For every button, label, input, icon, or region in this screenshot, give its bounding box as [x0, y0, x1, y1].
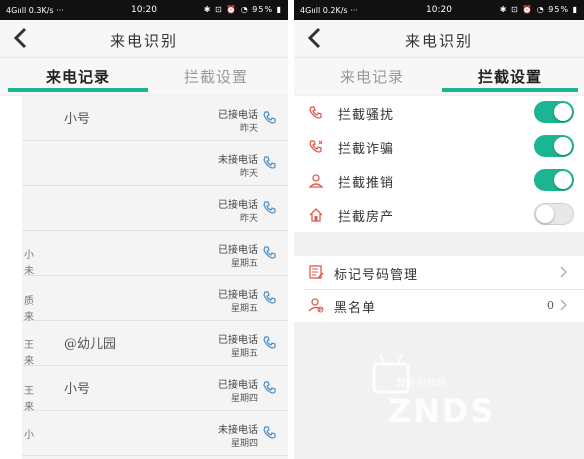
- call-day: 星期四: [230, 439, 258, 449]
- real-estate-toggle[interactable]: [534, 203, 574, 225]
- caller-name: @幼儿园: [64, 337, 117, 352]
- marked-numbers-item[interactable]: 标记号码管理: [294, 256, 584, 290]
- tab-bar: 来电记录 拦截设置: [294, 58, 584, 94]
- call-status: 已接电话: [218, 200, 258, 211]
- phone-icon[interactable]: [262, 200, 278, 216]
- call-day: 星期四: [230, 394, 258, 404]
- caller-name: 小号: [64, 382, 91, 397]
- call-row[interactable]: 小号 已接电话 星期四: [0, 366, 288, 411]
- active-tab-indicator: [8, 88, 148, 92]
- tab-bar: 来电记录 拦截设置: [0, 58, 288, 94]
- call-row[interactable]: 已接电话 星期五: [0, 231, 288, 276]
- fraud-toggle[interactable]: [534, 135, 574, 157]
- house-icon: [309, 208, 323, 222]
- caller-name: 小号: [64, 112, 91, 127]
- phone-icon[interactable]: [262, 425, 278, 441]
- phone-warning-icon: [309, 140, 323, 153]
- obscured-name-column: 小 未 质 来 王 来 王 来 小: [24, 250, 34, 441]
- setting-label: 拦截诈骗: [338, 142, 395, 157]
- call-row[interactable]: @幼儿园 已接电话 星期五: [0, 321, 288, 366]
- page-title: 来电识别: [404, 32, 473, 50]
- call-day: 星期五: [230, 304, 258, 314]
- setting-label: 拦截房产: [338, 210, 395, 225]
- blacklist-count: 0: [547, 299, 554, 312]
- tab-block-settings[interactable]: 拦截设置: [148, 58, 284, 94]
- battery-level: 95%: [252, 5, 274, 14]
- item-label: 黑名单: [334, 301, 377, 316]
- phone-icon[interactable]: [262, 245, 278, 261]
- phone-icon[interactable]: [262, 335, 278, 351]
- blacklist-item[interactable]: 黑名单 0: [294, 289, 584, 322]
- tab-call-log[interactable]: 来电记录: [302, 58, 442, 94]
- call-status: 已接电话: [218, 380, 258, 391]
- page-title: 来电识别: [109, 32, 178, 50]
- call-row[interactable]: 已接电话 昨天: [0, 186, 288, 231]
- status-bar: 4Gııll 0.3K/s ··· 10:20 ✱ ⊡ ⏰ ◔ 95% ▮: [0, 0, 288, 20]
- setting-label: 拦截推销: [338, 176, 395, 191]
- status-bar: 4Gııll 0.2K/s ··· 10:20 ✱ ⊡ ⏰ ◔ 95% ▮: [294, 0, 584, 20]
- phone-icon[interactable]: [262, 110, 278, 126]
- blacklist-user-icon: [308, 298, 324, 313]
- sales-toggle[interactable]: [534, 169, 574, 191]
- title-bar: 来电识别: [0, 20, 288, 58]
- call-list: 小号 已接电话 昨天 未接电话 昨天 已接电话 昨天 已接电话 星期五 已接电话…: [0, 96, 288, 459]
- phone-icon: [309, 106, 322, 119]
- call-log-screen: 4Gııll 0.3K/s ··· 10:20 ✱ ⊡ ⏰ ◔ 95% ▮ 来电…: [0, 0, 288, 459]
- call-status: 未接电话: [218, 425, 258, 436]
- setting-block-sales[interactable]: 拦截推销: [294, 164, 584, 198]
- item-label: 标记号码管理: [334, 268, 419, 283]
- harassment-toggle[interactable]: [534, 101, 574, 123]
- call-status: 已接电话: [218, 290, 258, 301]
- tab-call-log[interactable]: 来电记录: [8, 58, 148, 94]
- phone-icon[interactable]: [262, 290, 278, 306]
- call-day: 星期五: [230, 259, 258, 269]
- block-settings-list: 拦截骚扰 拦截诈骗 拦截推销 拦截房产: [294, 96, 584, 232]
- setting-block-real-estate[interactable]: 拦截房产: [294, 198, 584, 232]
- setting-label: 拦截骚扰: [338, 108, 395, 123]
- title-bar: 来电识别: [294, 20, 584, 58]
- chevron-right-icon: [560, 266, 567, 278]
- call-status: 已接电话: [218, 335, 258, 346]
- call-day: 昨天: [239, 214, 258, 224]
- phone-icon[interactable]: [262, 380, 278, 396]
- call-row[interactable]: 小号 已接电话 昨天: [0, 96, 288, 141]
- call-day: 昨天: [239, 169, 258, 179]
- edit-list-icon: [309, 265, 324, 279]
- salesman-icon: [308, 174, 324, 188]
- call-row[interactable]: 未接电话 昨天: [0, 141, 288, 186]
- tab-block-settings[interactable]: 拦截设置: [442, 58, 578, 94]
- system-icons: ✱ ⊡ ⏰ ◔ 95% ▮: [203, 5, 282, 14]
- battery-level: 95%: [548, 5, 570, 14]
- phone-icon[interactable]: [262, 155, 278, 171]
- call-row[interactable]: 已接电话 星期五: [0, 276, 288, 321]
- setting-block-harassment[interactable]: 拦截骚扰: [294, 96, 584, 130]
- call-status: 已接电话: [218, 245, 258, 256]
- call-row[interactable]: 未接电话 星期四: [0, 411, 288, 456]
- active-tab-indicator: [442, 88, 578, 92]
- watermark-logo: ZNDS: [388, 392, 496, 430]
- chevron-right-icon: [560, 299, 567, 311]
- call-status: 已接电话: [218, 110, 258, 121]
- call-day: 昨天: [239, 124, 258, 134]
- call-status: 未接电话: [218, 155, 258, 166]
- setting-block-fraud[interactable]: 拦截诈骗: [294, 130, 584, 164]
- call-day: 星期五: [230, 349, 258, 359]
- watermark-subtext: 智能电视网: [396, 378, 446, 389]
- system-icons: ✱ ⊡ ⏰ ◔ 95% ▮: [499, 5, 578, 14]
- management-list: 标记号码管理 黑名单 0: [294, 256, 584, 322]
